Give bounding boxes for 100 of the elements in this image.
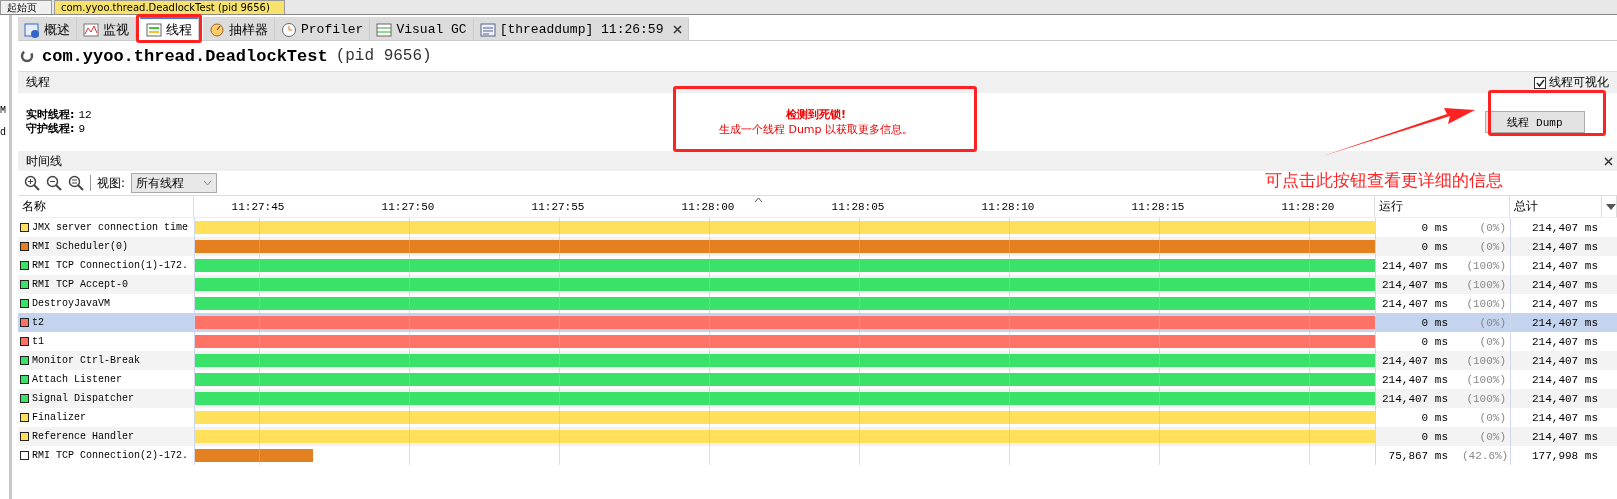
thread-name: Monitor Ctrl-Break [32, 355, 141, 366]
document-icon [479, 21, 496, 38]
time-tick: 11:28:15 [1130, 201, 1186, 213]
view-tab[interactable]: Profiler [275, 17, 371, 40]
run-percent: (100%) [1465, 392, 1506, 405]
thread-name: Attach Listener [32, 374, 122, 385]
thread-row[interactable]: Signal Dispatcher 214,407 ms (100%) 214,407 ms [18, 389, 1617, 408]
thread-name: t1 [32, 336, 44, 347]
zoom-fit-icon[interactable] [68, 175, 84, 191]
total-time: 214,407 ms [1532, 373, 1598, 386]
run-time: 75,867 ms [1388, 449, 1448, 462]
time-tick: 11:28:20 [1280, 201, 1336, 213]
column-header[interactable]: 总计 [1510, 196, 1602, 217]
deadlock-warning: 检测到死锁! [786, 107, 846, 122]
sidebar-text: M [0, 105, 7, 117]
view-tab[interactable]: [threaddump] 11:26:59 [473, 17, 690, 40]
info-icon [24, 21, 40, 38]
run-percent: (100%) [1465, 297, 1506, 310]
close-icon[interactable] [673, 25, 683, 34]
table-icon [376, 21, 393, 38]
stat-value: 9 [78, 123, 85, 135]
time-tick: 11:28:10 [980, 201, 1036, 213]
zoom-in-icon[interactable] [24, 175, 40, 191]
thread-name: RMI TCP Connection(2)-172. [32, 450, 189, 461]
total-time: 214,407 ms [1532, 430, 1598, 443]
time-tick: 11:27:45 [230, 201, 286, 213]
threads-icon [146, 21, 162, 38]
stat-value: 12 [78, 109, 92, 121]
run-time: 214,407 ms [1382, 392, 1448, 405]
total-time: 177,998 ms [1532, 449, 1598, 462]
thread-name: DestroyJavaVM [32, 298, 110, 309]
thread-name: Signal Dispatcher [32, 393, 135, 404]
close-icon[interactable] [1604, 156, 1613, 166]
run-time: 0 ms [1421, 316, 1448, 329]
thread-name: JMX server connection time [32, 222, 189, 233]
total-time: 214,407 ms [1532, 221, 1598, 234]
spinner-icon [20, 49, 34, 63]
dropdown-icon[interactable] [1606, 203, 1616, 210]
thread-name: RMI TCP Connection(1)-172. [32, 260, 189, 271]
clock-icon [281, 21, 297, 38]
run-percent: (100%) [1465, 278, 1506, 291]
view-label: 视图: [97, 174, 126, 192]
highlight-frame [136, 14, 202, 43]
time-tick: 11:28:05 [830, 201, 886, 213]
total-time: 214,407 ms [1532, 335, 1598, 348]
run-percent: (42.6%) [1462, 449, 1506, 462]
run-time: 214,407 ms [1382, 259, 1448, 272]
run-percent: (0%) [1478, 240, 1506, 253]
total-time: 214,407 ms [1532, 297, 1598, 310]
zoom-out-icon[interactable] [46, 175, 62, 191]
total-time: 214,407 ms [1532, 316, 1598, 329]
thread-row[interactable]: RMI TCP Accept-0 214,407 ms (100%) 214,407 ms [18, 275, 1617, 294]
run-time: 214,407 ms [1382, 373, 1448, 386]
thread-row[interactable]: t2 0 ms (0%) 214,407 ms [18, 313, 1617, 332]
run-percent: (100%) [1465, 373, 1506, 386]
document-tab[interactable]: 起始页 [0, 0, 52, 14]
time-tick: 11:27:55 [530, 201, 586, 213]
run-time: 0 ms [1421, 221, 1448, 234]
run-time: 0 ms [1421, 411, 1448, 424]
view-tab[interactable]: Visual GC [370, 17, 474, 40]
collapse-icon[interactable] [754, 197, 763, 203]
visualize-checkbox[interactable]: 线程可视化 [1534, 74, 1609, 91]
time-tick: 11:27:50 [380, 201, 436, 213]
thread-row[interactable]: RMI Scheduler(0) 0 ms (0%) 214,407 ms [18, 237, 1617, 256]
run-percent: (0%) [1478, 316, 1506, 329]
stat-label: 实时线程: [26, 108, 75, 121]
run-time: 214,407 ms [1382, 354, 1448, 367]
gauge-icon [209, 21, 225, 38]
total-time: 214,407 ms [1532, 240, 1598, 253]
document-tab[interactable]: com.yyoo.thread.DeadlockTest (pid 9656) [54, 0, 285, 14]
view-tab[interactable]: 抽样器 [203, 17, 275, 40]
view-tab[interactable]: 监视 [77, 17, 136, 40]
view-tab[interactable]: 概述 [18, 17, 77, 40]
thread-dump-button[interactable]: 线程 Dump [1485, 111, 1585, 133]
warning-message: 生成一个线程 Dump 以获取更多信息。 [718, 122, 914, 137]
thread-name: Finalizer [32, 412, 86, 423]
stat-label: 守护线程: [26, 122, 75, 135]
pid-text: (pid 9656) [335, 47, 432, 65]
thread-row[interactable]: Reference Handler 0 ms (0%) 214,407 ms [18, 427, 1617, 446]
run-percent: (100%) [1465, 259, 1506, 272]
section-title: 时间线 [26, 152, 62, 170]
total-time: 214,407 ms [1532, 278, 1598, 291]
section-title: 线程 [26, 74, 50, 91]
thread-name: RMI TCP Accept-0 [32, 279, 128, 290]
run-percent: (0%) [1478, 221, 1506, 234]
total-time: 214,407 ms [1532, 259, 1598, 272]
run-percent: (100%) [1465, 354, 1506, 367]
total-time: 214,407 ms [1532, 354, 1598, 367]
run-time: 214,407 ms [1382, 278, 1448, 291]
chart-icon [83, 21, 99, 38]
run-percent: (0%) [1478, 430, 1506, 443]
column-header[interactable]: 运行 [1375, 196, 1510, 217]
view-dropdown[interactable]: 所有线程 [131, 173, 218, 193]
run-percent: (0%) [1478, 335, 1506, 348]
thread-row[interactable]: Monitor Ctrl-Break 214,407 ms (100%) 214,407 ms [18, 351, 1617, 370]
run-time: 0 ms [1421, 430, 1448, 443]
column-header[interactable]: 名称 [18, 196, 194, 217]
run-time: 0 ms [1421, 240, 1448, 253]
run-percent: (0%) [1478, 411, 1506, 424]
run-time: 0 ms [1421, 335, 1448, 348]
